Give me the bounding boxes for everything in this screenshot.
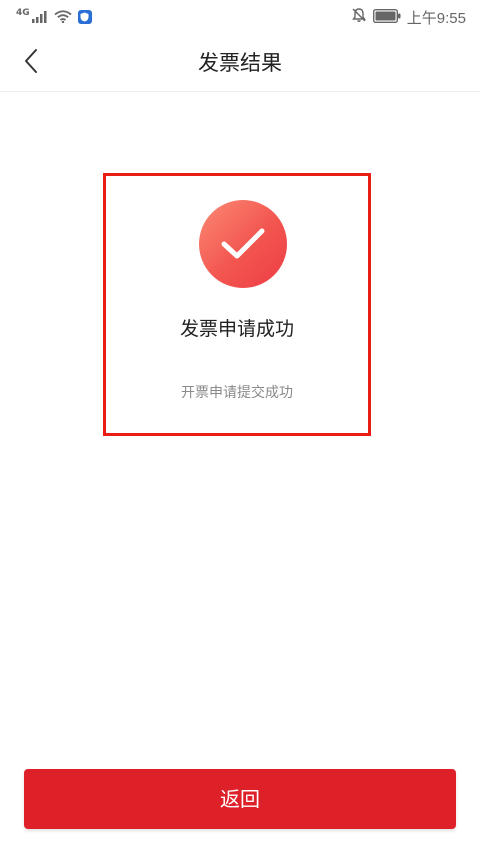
check-circle-icon — [199, 200, 287, 288]
status-bar-left: 4G — [16, 8, 92, 27]
return-button[interactable]: 返回 — [24, 769, 456, 829]
status-bar-right: 上午9:55 — [351, 7, 466, 28]
title-bar: 发票结果 — [0, 34, 480, 92]
screen: 4G 上午9:55 发票结果 发票申请成功 开票申请提交成功 返回 — [0, 0, 480, 853]
battery-icon — [372, 8, 401, 27]
shield-app-icon — [77, 10, 92, 24]
page-title: 发票结果 — [198, 51, 282, 75]
signal-icon — [31, 8, 48, 27]
result-panel: 发票申请成功 开票申请提交成功 — [103, 173, 371, 436]
status-time: 上午9:55 — [406, 9, 466, 27]
mute-bell-icon — [351, 7, 367, 27]
result-title: 发票申请成功 — [179, 318, 294, 340]
result-description: 开票申请提交成功 — [181, 385, 293, 401]
wifi-icon — [54, 8, 72, 27]
network-type-label: 4G — [16, 8, 30, 18]
status-bar: 4G 上午9:55 — [0, 0, 480, 34]
